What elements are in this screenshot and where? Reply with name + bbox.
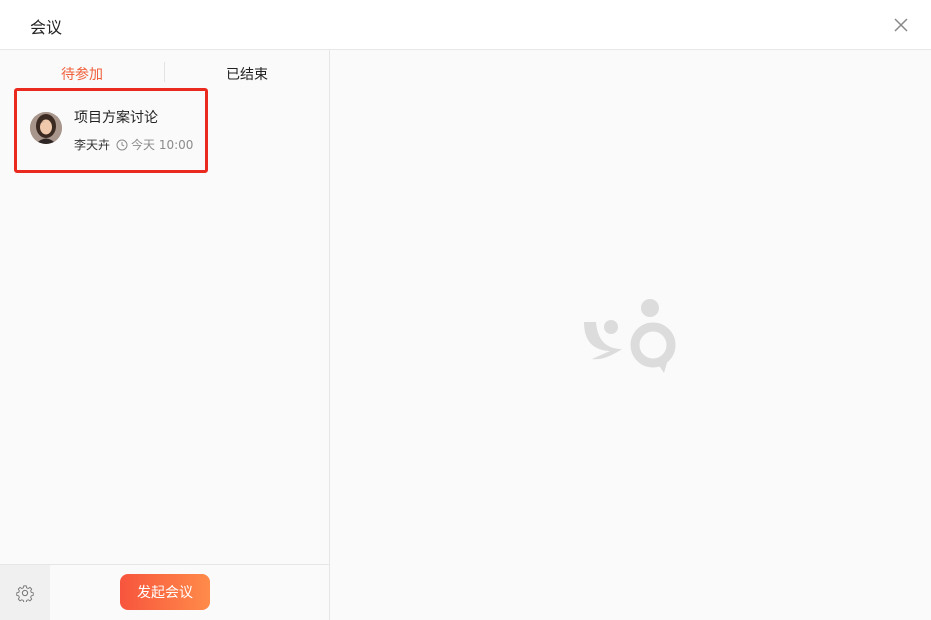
avatar [30, 112, 62, 144]
list-footer: 发起会议 [0, 564, 329, 620]
meeting-list-item[interactable]: 项目方案讨论 李天卉 今天 10:00 [14, 88, 208, 173]
meeting-time: 今天 10:00 [131, 138, 194, 152]
window-title: 会议 [30, 18, 63, 37]
meeting-list-panel: 待参加 已结束 项目方案讨论 李天卉 今天 10:00 发起会议 [0, 50, 330, 620]
meeting-title: 项目方案讨论 [74, 110, 158, 126]
gear-icon [16, 585, 34, 602]
title-bar: 会议 [0, 0, 931, 50]
tab-ended[interactable]: 已结束 [187, 64, 307, 84]
tab-divider [164, 62, 165, 82]
meeting-detail-panel [330, 50, 931, 620]
tab-upcoming[interactable]: 待参加 [22, 64, 142, 84]
meeting-host: 李天卉 [74, 138, 111, 152]
meeting-window: 会议 待参加 已结束 项目方案讨论 李天卉 今天 10:00 发起会议 [0, 0, 931, 620]
clock-icon [116, 139, 128, 151]
start-meeting-button[interactable]: 发起会议 [120, 574, 210, 610]
meeting-logo-icon [582, 295, 682, 379]
meeting-meta: 李天卉 今天 10:00 [74, 136, 193, 153]
close-icon[interactable] [893, 17, 909, 33]
settings-button[interactable] [0, 565, 50, 620]
